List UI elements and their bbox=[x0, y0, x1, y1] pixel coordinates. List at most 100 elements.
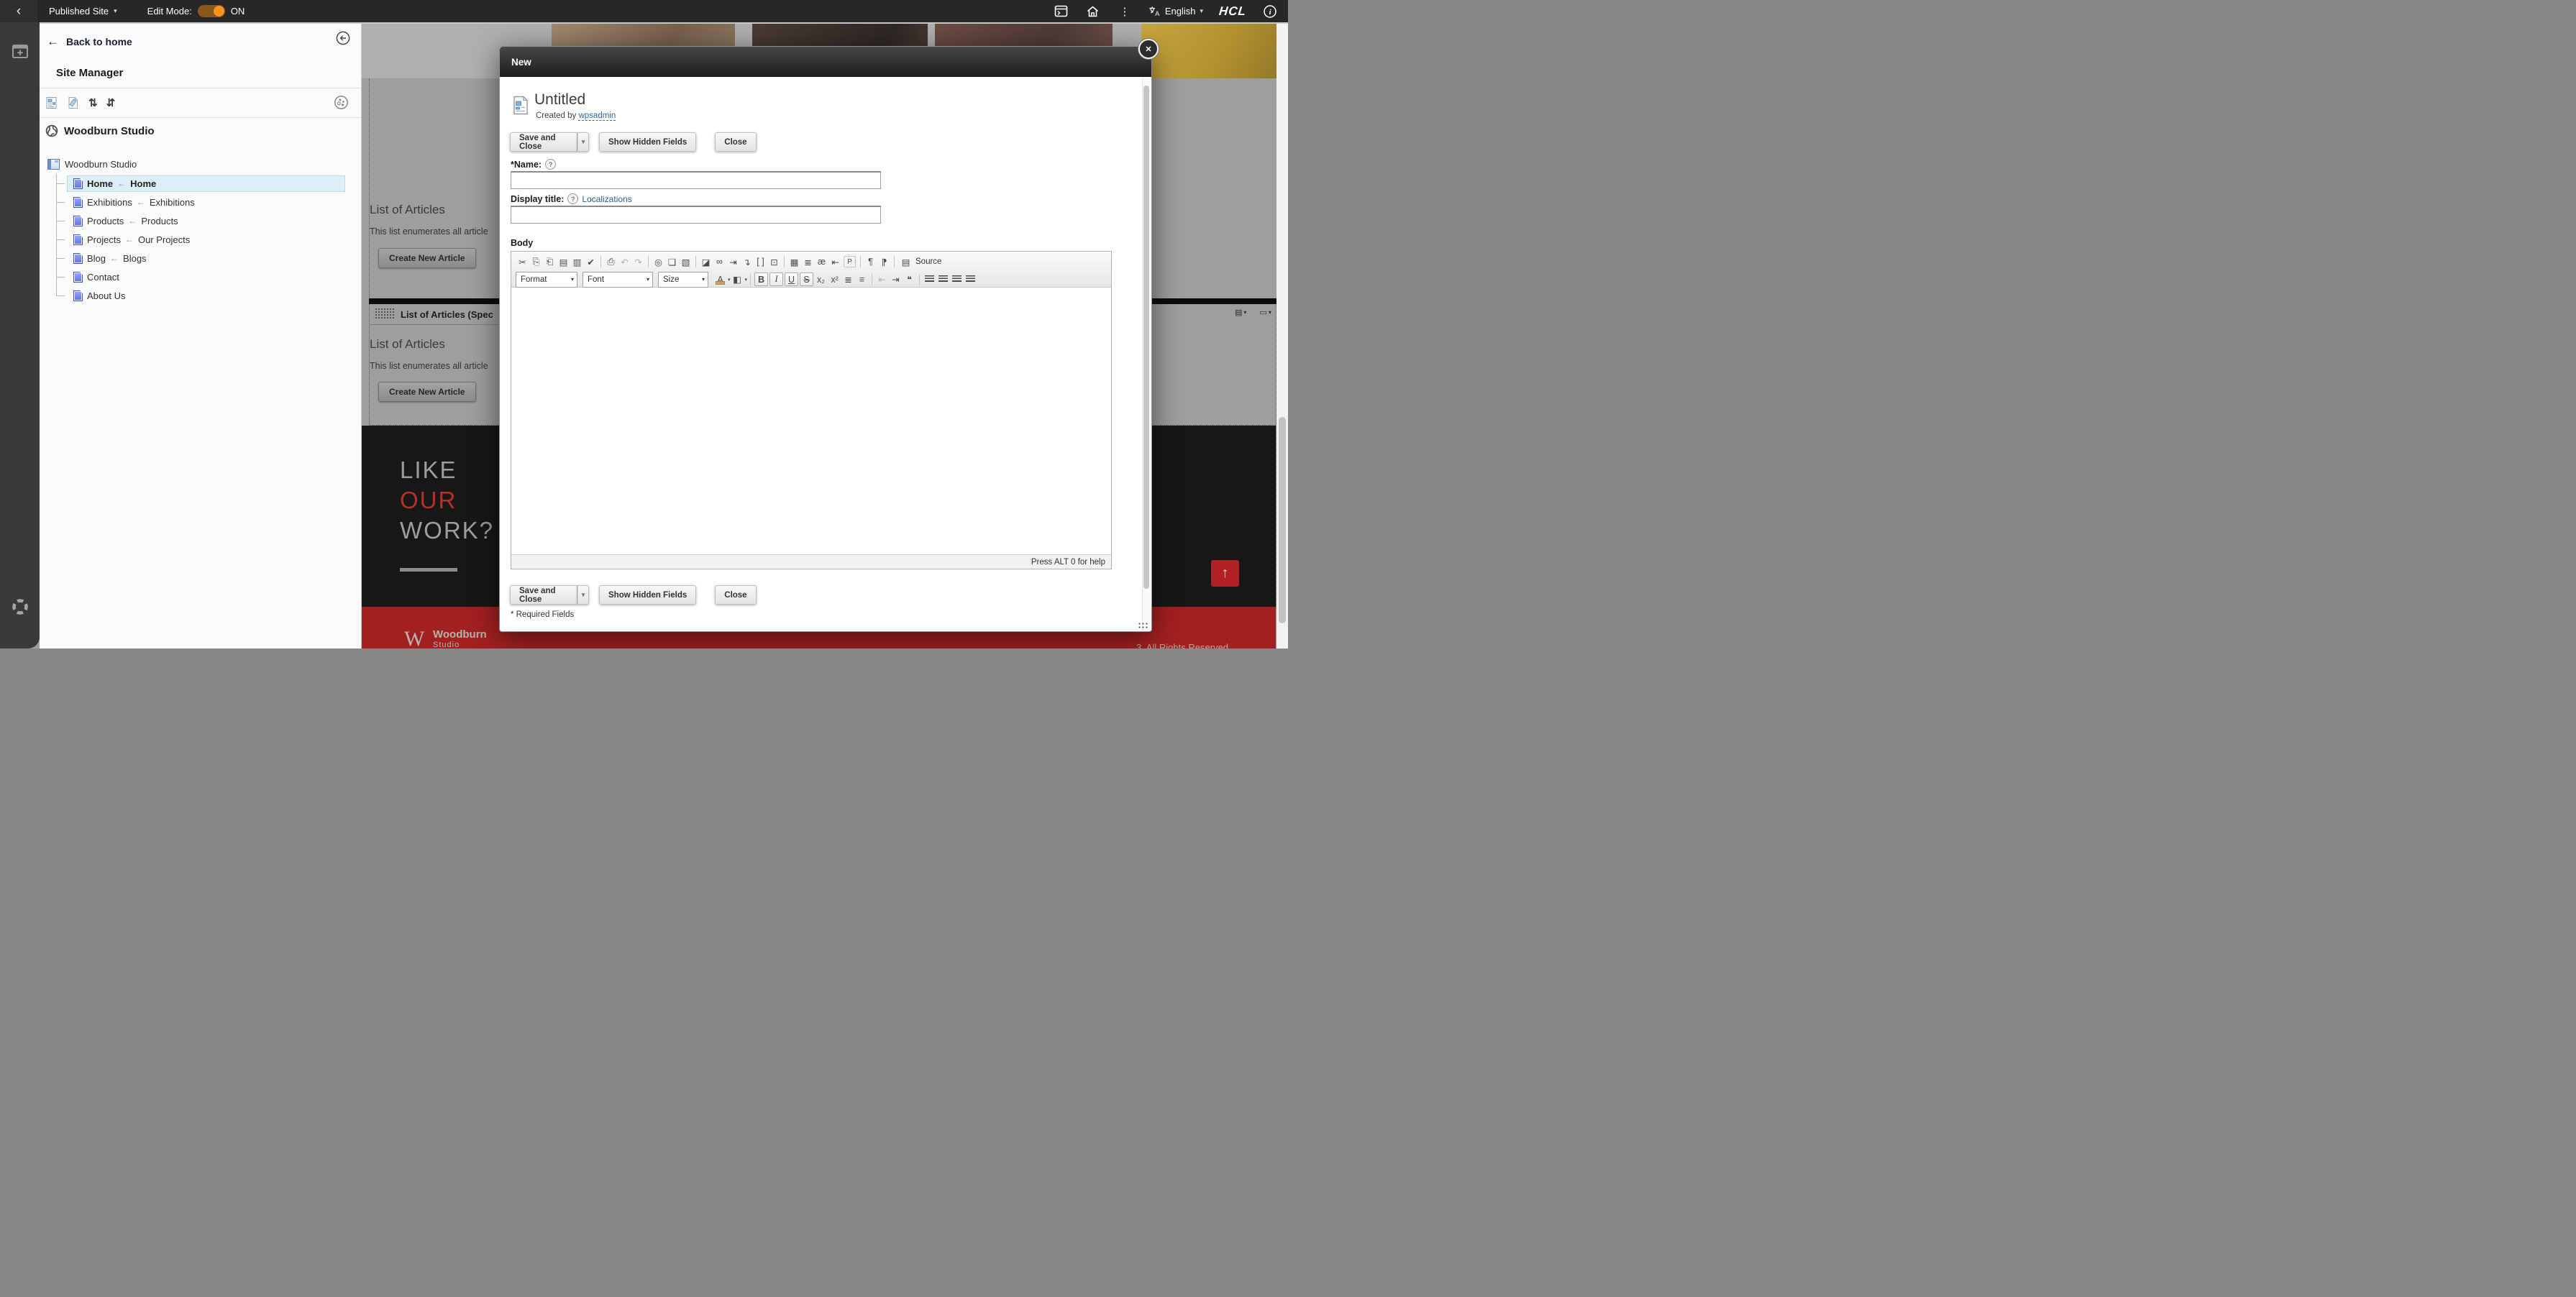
published-site-dropdown[interactable]: Published Site ▾ bbox=[49, 6, 117, 17]
resize-grip[interactable] bbox=[1138, 622, 1148, 629]
paste-text-icon[interactable]: ▤ bbox=[557, 255, 570, 268]
placeholder-icon[interactable]: [ ] bbox=[754, 255, 767, 268]
save-options-dropdown[interactable]: ▾ bbox=[577, 132, 589, 152]
background-color-icon[interactable]: ◧ bbox=[731, 273, 744, 286]
collapse-tree-icon[interactable]: ⇵ bbox=[106, 96, 116, 109]
paste-from-word-icon[interactable]: ▥ bbox=[570, 255, 584, 268]
print-icon[interactable]: ⎙ bbox=[604, 255, 618, 268]
link-icon[interactable]: ∞ bbox=[713, 255, 726, 268]
align-center-icon[interactable] bbox=[936, 273, 950, 286]
break-clear-icon[interactable]: ⇤ bbox=[828, 255, 842, 268]
help-icon[interactable]: ? bbox=[567, 193, 579, 204]
align-right-icon[interactable] bbox=[950, 273, 964, 286]
text-direction-rtl-icon[interactable]: ⁋ bbox=[877, 255, 891, 268]
add-widget-icon[interactable] bbox=[12, 44, 28, 59]
cut-icon[interactable]: ✂ bbox=[516, 255, 529, 268]
home-icon[interactable] bbox=[1085, 4, 1101, 19]
info-icon[interactable]: i bbox=[1262, 4, 1278, 19]
edit-page-icon[interactable] bbox=[67, 96, 80, 109]
find-icon[interactable]: ◎ bbox=[652, 255, 665, 268]
localizations-link[interactable]: Localizations bbox=[582, 194, 631, 204]
back-to-top-button[interactable]: ↑ bbox=[1211, 560, 1239, 587]
size-combo[interactable]: Size ▾ bbox=[658, 271, 708, 288]
help-lifebuoy-icon[interactable] bbox=[11, 597, 29, 616]
save-and-close-button-bottom[interactable]: Save and Close bbox=[510, 585, 577, 605]
save-options-dropdown-bottom[interactable]: ▾ bbox=[577, 585, 589, 605]
collapse-panel-icon[interactable] bbox=[335, 30, 351, 46]
tree-item-projects[interactable]: Projects ← Our Projects bbox=[40, 230, 361, 249]
tree-item-contact[interactable]: Contact bbox=[40, 267, 361, 286]
expand-tree-icon[interactable]: ⇅ bbox=[88, 96, 98, 109]
close-button[interactable]: Close bbox=[715, 132, 757, 152]
text-direction-ltr-icon[interactable]: ¶ bbox=[864, 255, 877, 268]
image-icon[interactable]: ◪ bbox=[699, 255, 713, 268]
anchor-icon[interactable]: ⇥ bbox=[726, 255, 740, 268]
create-page-icon[interactable] bbox=[45, 96, 58, 109]
create-new-article-button-2[interactable]: Create New Article bbox=[378, 382, 476, 402]
outdent-icon[interactable]: ⇤ bbox=[875, 273, 889, 286]
author-link[interactable]: wpsadmin bbox=[578, 111, 616, 121]
save-and-close-button[interactable]: Save and Close bbox=[510, 132, 577, 152]
underline-icon[interactable]: U bbox=[785, 272, 799, 286]
background-color-dropdown-icon[interactable]: ▾ bbox=[745, 277, 748, 283]
bold-icon[interactable]: B bbox=[754, 272, 769, 286]
display-title-input[interactable] bbox=[511, 206, 881, 224]
subscript-icon[interactable]: x₂ bbox=[814, 273, 828, 286]
paste-icon[interactable]: ⎗ bbox=[543, 255, 557, 268]
superscript-icon[interactable]: x² bbox=[828, 273, 841, 286]
spell-check-icon[interactable]: ✔ bbox=[584, 255, 598, 268]
text-color-icon[interactable]: A bbox=[713, 273, 727, 286]
editor-content-area[interactable] bbox=[511, 288, 1111, 553]
tree-item-blog[interactable]: Blog ← Blogs bbox=[40, 249, 361, 267]
dialog-header[interactable]: New bbox=[500, 47, 1151, 77]
site-menu-icon[interactable] bbox=[1054, 4, 1069, 19]
strikethrough-icon[interactable]: S bbox=[800, 272, 814, 286]
indent-icon[interactable]: ⇥ bbox=[889, 273, 903, 286]
portlet-drag-handle[interactable] bbox=[375, 308, 394, 320]
back-to-home-button[interactable]: ← Back to home bbox=[47, 35, 132, 49]
tree-item-home[interactable]: Home ← Home bbox=[40, 174, 361, 193]
display-options-icon[interactable] bbox=[333, 94, 350, 111]
special-character-icon[interactable]: æ bbox=[815, 255, 828, 268]
font-combo[interactable]: Font ▾ bbox=[583, 271, 653, 288]
portlet-window-icon[interactable]: ▭ ▾ bbox=[1259, 308, 1271, 317]
close-button-bottom[interactable]: Close bbox=[715, 585, 757, 605]
dialog-scrollbar-thumb[interactable] bbox=[1143, 86, 1149, 589]
close-icon[interactable]: ✕ bbox=[1138, 39, 1159, 59]
undo-icon[interactable]: ↶ bbox=[618, 255, 631, 268]
source-button[interactable]: ▤ Source bbox=[899, 255, 942, 268]
portlet-menu-icon[interactable]: ▤ ▾ bbox=[1235, 308, 1246, 317]
back-chevron-icon[interactable]: ‹ bbox=[0, 0, 37, 22]
paragraph-marker-icon[interactable]: P bbox=[844, 256, 856, 267]
format-combo[interactable]: Format ▾ bbox=[516, 271, 577, 288]
blockquote-icon[interactable]: ❝ bbox=[903, 273, 916, 286]
insert-asset-icon[interactable]: ⊡ bbox=[767, 255, 781, 268]
tree-item-products[interactable]: Products ← Products bbox=[40, 211, 361, 230]
mapping-arrow-icon: ← bbox=[117, 178, 127, 188]
create-new-article-button[interactable]: Create New Article bbox=[378, 248, 476, 268]
show-hidden-fields-button-bottom[interactable]: Show Hidden Fields bbox=[599, 585, 697, 605]
bulleted-list-icon[interactable]: ≡ bbox=[855, 273, 869, 286]
kebab-menu-icon[interactable]: ⋮ bbox=[1117, 4, 1133, 19]
table-icon[interactable]: ▦ bbox=[787, 255, 801, 268]
text-color-dropdown-icon[interactable]: ▾ bbox=[728, 277, 731, 283]
align-left-icon[interactable] bbox=[923, 273, 936, 286]
numbered-list-icon[interactable]: ≣ bbox=[841, 273, 855, 286]
language-dropdown[interactable]: A English ▾ bbox=[1148, 6, 1203, 17]
copy-icon[interactable]: ⎘ bbox=[529, 255, 543, 268]
show-hidden-fields-button[interactable]: Show Hidden Fields bbox=[599, 132, 697, 152]
name-input[interactable] bbox=[511, 171, 881, 189]
horizontal-rule-icon[interactable]: ≣ bbox=[801, 255, 815, 268]
replace-icon[interactable]: ▧ bbox=[679, 255, 693, 268]
edit-mode-toggle[interactable] bbox=[197, 5, 225, 17]
help-icon[interactable]: ? bbox=[545, 159, 557, 170]
align-justify-icon[interactable] bbox=[964, 273, 977, 286]
page-break-icon[interactable]: ↴ bbox=[740, 255, 754, 268]
italic-icon[interactable]: I bbox=[769, 272, 784, 286]
select-all-icon[interactable]: ❏ bbox=[665, 255, 679, 268]
tree-item-exhibitions[interactable]: Exhibitions ← Exhibitions bbox=[40, 193, 361, 211]
tree-root-item[interactable]: Woodburn Studio bbox=[40, 155, 361, 173]
page-scrollbar-thumb[interactable] bbox=[1279, 417, 1286, 623]
redo-icon[interactable]: ↷ bbox=[631, 255, 645, 268]
tree-item-about-us[interactable]: About Us bbox=[40, 286, 361, 305]
